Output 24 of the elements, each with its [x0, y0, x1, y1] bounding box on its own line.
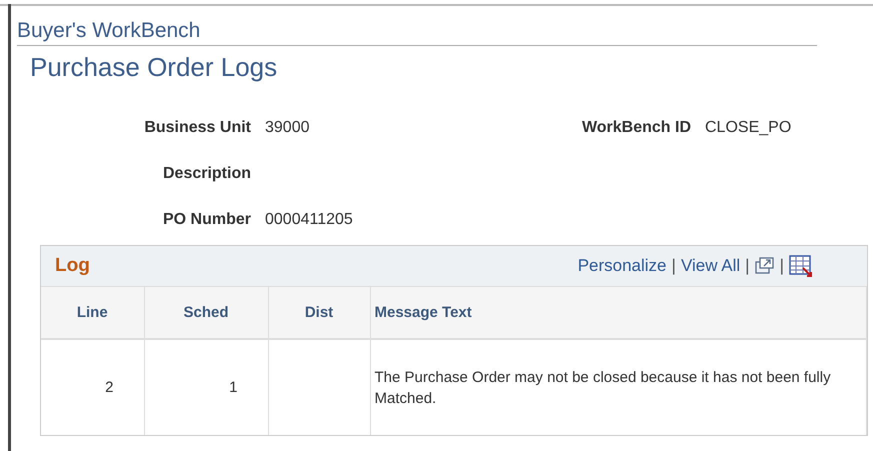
spreadsheet-icon[interactable] — [789, 255, 813, 277]
field-value: 39000 — [265, 119, 310, 137]
table-cell: 1 — [144, 339, 268, 435]
column-header[interactable]: Message Text — [370, 287, 866, 339]
popout-icon[interactable] — [754, 257, 775, 275]
field-label: Description — [162, 165, 251, 183]
page-title: Purchase Order Logs — [30, 52, 278, 83]
grid-link[interactable]: View All — [680, 256, 740, 276]
table-cell: The Purchase Order may not be closed because it has not been fully Matched. — [370, 339, 866, 435]
grid-title: Log — [55, 255, 91, 277]
separator: | — [780, 256, 784, 276]
separator: | — [745, 256, 750, 276]
column-header[interactable]: Line — [41, 287, 144, 339]
field-value: 0000411205 — [265, 211, 353, 229]
field-value: CLOSE_PO — [705, 119, 792, 137]
column-header[interactable]: Dist — [268, 287, 370, 339]
field-label: WorkBench ID — [582, 119, 691, 137]
breadcrumb: Buyer's WorkBench — [17, 19, 817, 46]
field-label: PO Number — [162, 211, 251, 229]
grid-link[interactable]: Personalize — [578, 256, 667, 276]
table-cell: 2 — [41, 339, 144, 435]
separator: | — [672, 256, 676, 276]
column-header[interactable]: Sched — [144, 287, 268, 339]
field-label: Business Unit — [144, 119, 251, 137]
